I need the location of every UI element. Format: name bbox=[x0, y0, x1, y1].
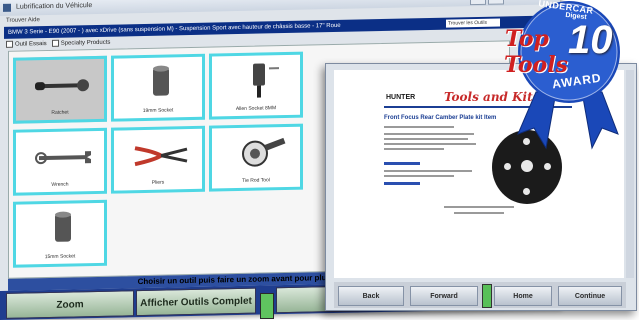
zoom-button[interactable]: Zoom bbox=[6, 290, 134, 319]
find-tools-field[interactable]: Trouver les Outils bbox=[446, 18, 500, 28]
text-line bbox=[384, 148, 444, 150]
status-flag-indicator bbox=[260, 293, 274, 319]
minimize-icon[interactable]: – bbox=[470, 0, 486, 6]
tool-tile-15mm-socket[interactable]: 15mm Socket bbox=[13, 199, 107, 268]
socket-icon bbox=[153, 65, 169, 96]
home-button[interactable]: Home bbox=[494, 286, 552, 306]
wrench-icon bbox=[35, 151, 91, 165]
app-icon bbox=[3, 3, 11, 12]
filter-label-2: Specialty Products bbox=[60, 39, 111, 47]
vehicle-info-text: BMW 3 Serie - E90 (2007 - ) avec xDrive … bbox=[8, 22, 341, 36]
text-line bbox=[384, 138, 468, 140]
socket-icon bbox=[55, 211, 71, 242]
overlay-button-bar: Back Forward Home Continue bbox=[334, 282, 626, 308]
badge-top: Top bbox=[505, 26, 549, 52]
menu-find-help[interactable]: Trouver Aide bbox=[6, 17, 40, 24]
text-line bbox=[384, 175, 454, 177]
tool-label: Pliers bbox=[151, 179, 165, 186]
tool-tile-wrench[interactable]: Wrench bbox=[13, 127, 107, 196]
plate-hole bbox=[523, 188, 530, 195]
forward-button[interactable]: Forward bbox=[410, 286, 478, 306]
tool-tile-ratchet[interactable]: Ratchet bbox=[13, 55, 107, 124]
tool-label: Wrench bbox=[51, 181, 69, 188]
text-line bbox=[444, 206, 514, 208]
continue-button[interactable]: Continue bbox=[558, 286, 622, 306]
filter-checkbox-2[interactable] bbox=[51, 39, 59, 47]
badge-number: 10 bbox=[568, 18, 613, 62]
tool-label: Ratchet bbox=[51, 109, 69, 116]
product-heading: Front Focus Rear Camber Plate kit Item bbox=[384, 115, 497, 121]
filter-checkbox-1[interactable] bbox=[6, 40, 13, 48]
allen-socket-icon bbox=[253, 63, 279, 98]
text-line bbox=[384, 133, 474, 135]
text-line bbox=[454, 212, 504, 214]
plate-hole bbox=[504, 163, 511, 170]
badge-tools: Tools bbox=[504, 52, 568, 78]
text-line bbox=[384, 143, 476, 145]
text-line bbox=[384, 126, 454, 128]
overlay-flag-indicator bbox=[482, 284, 492, 308]
tool-tile-19mm-socket[interactable]: 19mm Socket bbox=[111, 53, 205, 122]
back-button[interactable]: Back bbox=[338, 286, 404, 306]
link-bar[interactable] bbox=[384, 182, 420, 185]
text-line bbox=[384, 170, 472, 172]
plate-center-hole bbox=[521, 160, 533, 172]
tool-label: 15mm Socket bbox=[44, 253, 76, 261]
tool-tile-pliers[interactable]: Pliers bbox=[111, 125, 205, 194]
tool-tile-allen-socket[interactable]: Allen Socket 8MM bbox=[209, 51, 303, 120]
tierod-tool-icon bbox=[242, 137, 286, 167]
ratchet-icon bbox=[35, 79, 89, 92]
hunter-logo: HUNTER bbox=[386, 94, 416, 101]
link-bar[interactable] bbox=[384, 162, 420, 165]
pliers-icon bbox=[134, 146, 188, 167]
tool-tile-tierod-tool[interactable]: Tie Rod Tool bbox=[209, 123, 303, 192]
tool-label: Tie Rod Tool bbox=[242, 177, 270, 184]
tool-label: Allen Socket 8MM bbox=[235, 105, 277, 113]
tool-label: 19mm Socket bbox=[142, 107, 174, 115]
filter-label-1: Outil Essais bbox=[15, 41, 47, 48]
show-tools-button[interactable]: Afficher Outils Complet bbox=[136, 287, 256, 317]
plate-hole bbox=[544, 163, 551, 170]
